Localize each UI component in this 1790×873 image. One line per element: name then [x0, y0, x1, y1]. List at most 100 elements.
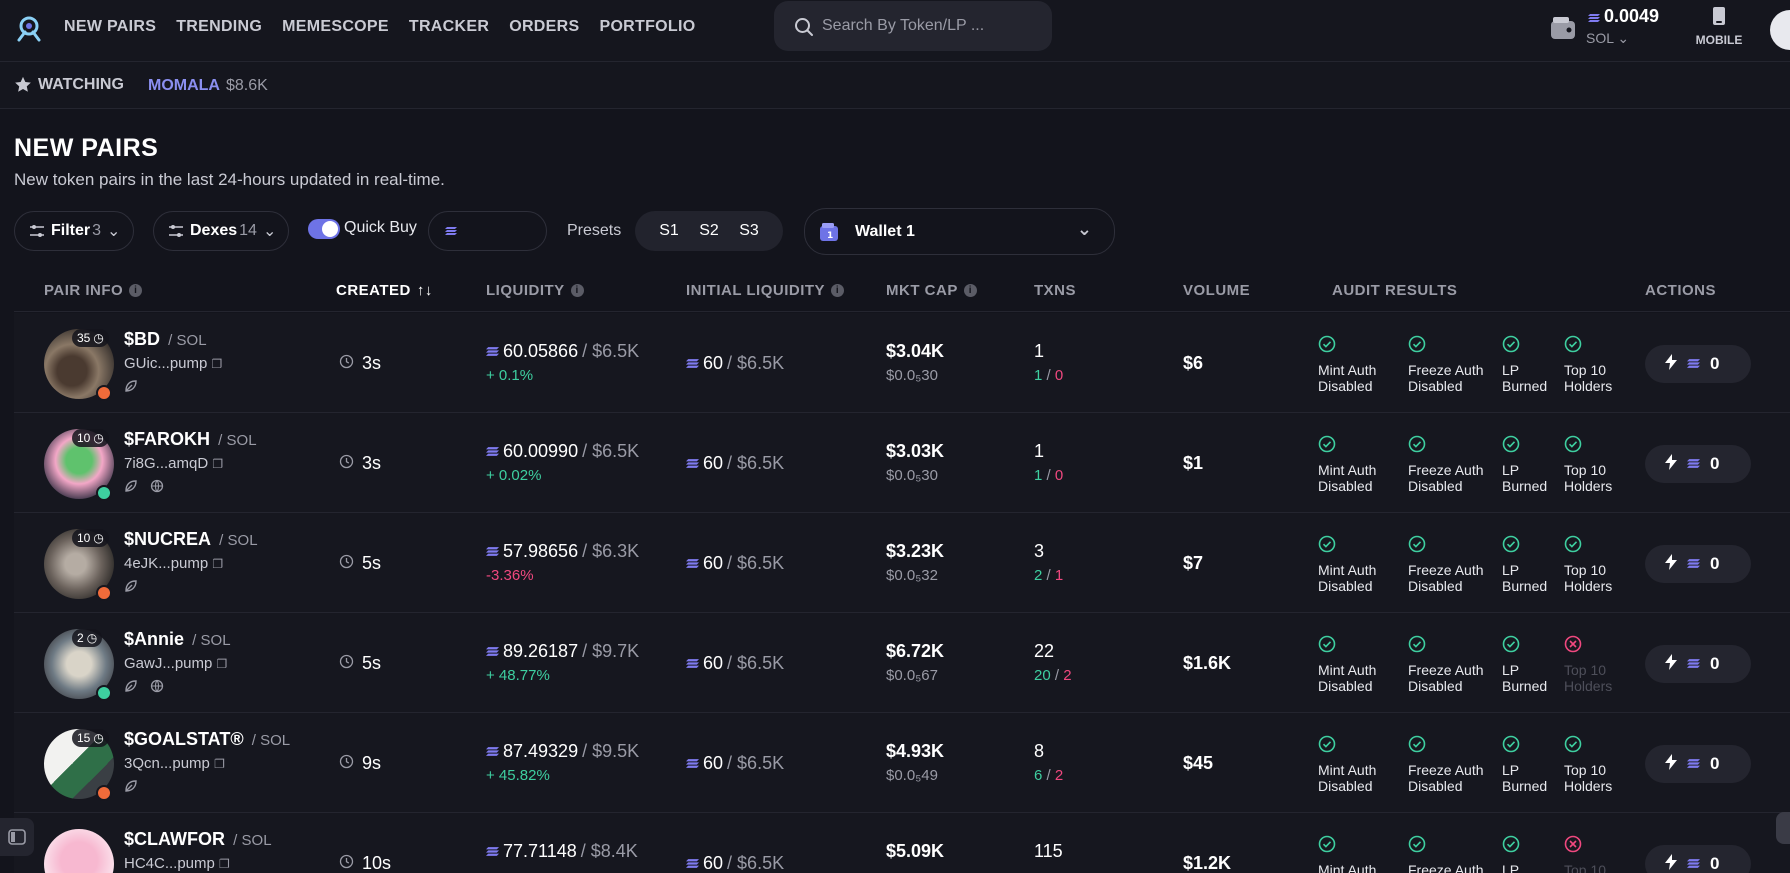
audit-mint-auth: Mint Auth Disabled: [1318, 335, 1406, 394]
volume: $45: [1183, 753, 1214, 773]
leaf-icon[interactable]: [124, 379, 138, 398]
sol-icon: [686, 853, 699, 873]
copy-icon[interactable]: ❐: [212, 357, 223, 371]
quick-buy-button[interactable]: 0: [1645, 545, 1751, 583]
nav-new-pairs[interactable]: NEW PAIRS: [64, 18, 156, 36]
token-symbol[interactable]: $Annie / SOL: [124, 629, 231, 650]
quick-buy-amount: 0: [1710, 754, 1720, 773]
quick-buy-button[interactable]: 0: [1645, 445, 1751, 483]
token-chain: / SOL: [214, 432, 257, 449]
info-icon[interactable]: i: [570, 284, 584, 297]
table-row[interactable]: 10 ◷ $NUCREA / SOL 4eJK...pump ❐ 5s 57.98…: [14, 513, 1790, 613]
holders-badge: 2 ◷: [72, 629, 103, 647]
holders-count: 10: [77, 531, 91, 545]
dexes-button[interactable]: Dexes 14 ⌄: [153, 211, 289, 251]
sol-icon: [686, 753, 699, 774]
copy-icon[interactable]: ❐: [212, 457, 223, 471]
token-address[interactable]: HC4C...pump ❐: [124, 855, 230, 872]
info-icon[interactable]: i: [129, 284, 143, 297]
token-symbol[interactable]: $CLAWFOR / SOL: [124, 829, 272, 850]
mobile-button[interactable]: MOBILE: [1692, 6, 1746, 47]
quick-buy-button[interactable]: 0: [1645, 345, 1751, 383]
audit-mint-auth: Mint Auth Disabled: [1318, 735, 1406, 794]
token-address[interactable]: 3Qcn...pump ❐: [124, 755, 225, 772]
nav-orders[interactable]: ORDERS: [509, 18, 579, 36]
sort-icon[interactable]: ↑↓: [417, 282, 433, 299]
watching-label[interactable]: WATCHING: [14, 76, 124, 94]
token-symbol[interactable]: $NUCREA / SOL: [124, 529, 258, 550]
logo-icon[interactable]: [14, 14, 44, 42]
clock-icon: [339, 553, 354, 574]
leaf-icon[interactable]: [124, 679, 138, 698]
preset-s2[interactable]: S2: [699, 222, 719, 240]
globe-icon[interactable]: [150, 479, 164, 498]
preset-s1[interactable]: S1: [659, 222, 679, 240]
token-address[interactable]: 4eJK...pump ❐: [124, 555, 223, 572]
info-icon[interactable]: i: [831, 284, 845, 297]
holders-badge: 10 ◷: [72, 529, 109, 547]
quick-buy-amount-input[interactable]: [428, 211, 547, 251]
token-address[interactable]: GUic...pump ❐: [124, 355, 222, 372]
sol-icon: [486, 341, 499, 362]
market-cap: $5.09K: [886, 841, 945, 861]
platform-badge-icon: [96, 685, 112, 701]
leaf-icon[interactable]: [124, 479, 138, 498]
leaf-icon[interactable]: [124, 779, 138, 798]
quick-buy-toggle[interactable]: [308, 219, 340, 239]
market-cap: $3.04K: [886, 341, 945, 361]
liquidity-usd: $6.5K: [592, 341, 640, 361]
token-chain: / SOL: [164, 332, 207, 349]
preset-s3[interactable]: S3: [739, 222, 759, 240]
table-row[interactable]: $CLAWFOR / SOL HC4C...pump ❐ 10s 77.7114…: [14, 813, 1790, 873]
sidebar-toggle-button[interactable]: [0, 818, 34, 856]
holders-count: 35: [77, 331, 91, 345]
table-row[interactable]: 15 ◷ $GOALSTAT® / SOL 3Qcn...pump ❐ 9s 87…: [14, 713, 1790, 813]
token-symbol[interactable]: $GOALSTAT® / SOL: [124, 729, 290, 750]
nav-trending[interactable]: TRENDING: [176, 18, 262, 36]
leaf-icon[interactable]: [124, 579, 138, 598]
copy-icon[interactable]: ❐: [212, 557, 223, 571]
sliders-icon: [169, 225, 183, 237]
quick-buy-button[interactable]: 0: [1645, 845, 1751, 873]
token-address[interactable]: 7i8G...amqD ❐: [124, 455, 223, 472]
watched-token[interactable]: MOMALA $8.6K: [148, 77, 268, 95]
nav-tracker[interactable]: TRACKER: [409, 18, 489, 36]
copy-icon[interactable]: ❐: [217, 657, 228, 671]
initial-liquidity-usd: $6.5K: [737, 453, 785, 473]
table-row[interactable]: 35 ◷ $BD / SOL GUic...pump ❐ 3s 60.05866 …: [14, 313, 1790, 413]
info-icon[interactable]: i: [963, 284, 977, 297]
user-avatar[interactable]: [1770, 10, 1790, 50]
quick-buy-button[interactable]: 0: [1645, 645, 1751, 683]
scroll-handle[interactable]: [1776, 812, 1790, 844]
search-input[interactable]: Search By Token/LP ...: [774, 1, 1052, 51]
token-symbol[interactable]: $FAROKH / SOL: [124, 429, 257, 450]
token-symbol[interactable]: $BD / SOL: [124, 329, 207, 350]
wallet-icon[interactable]: [1549, 14, 1577, 42]
liquidity-sol: 77.71148: [503, 841, 577, 861]
balance-unit[interactable]: SOL ⌄: [1586, 30, 1629, 47]
col-audit-results: AUDIT RESULTS: [1332, 282, 1457, 299]
col-created[interactable]: CREATED ↑↓: [336, 282, 433, 299]
nav-memescope[interactable]: MEMESCOPE: [282, 18, 389, 36]
table-row[interactable]: 10 ◷ $FAROKH / SOL 7i8G...amqD ❐ 3s 60.00…: [14, 413, 1790, 513]
globe-icon[interactable]: [150, 679, 164, 698]
balance[interactable]: 0.0049: [1588, 6, 1659, 28]
check-circle-icon: [1502, 835, 1552, 856]
quick-buy-amount: 0: [1710, 454, 1720, 473]
quick-buy-button[interactable]: 0: [1645, 745, 1751, 783]
table-row[interactable]: 2 ◷ $Annie / SOL GawJ...pump ❐ 5s 89.2618…: [14, 613, 1790, 713]
wallet-select[interactable]: 1 Wallet 1 ⌄: [804, 208, 1115, 255]
initial-liquidity: 60 / $6.5K: [686, 553, 784, 574]
nav-portfolio[interactable]: PORTFOLIO: [599, 18, 695, 36]
copy-icon[interactable]: ❐: [219, 857, 230, 871]
copy-icon[interactable]: ❐: [214, 757, 225, 771]
filter-button[interactable]: Filter 3 ⌄: [14, 211, 134, 251]
audit-lp-burned: LP Burned: [1502, 735, 1552, 794]
clock-icon: [339, 453, 354, 474]
sol-icon: [686, 553, 699, 574]
liquidity-usd: $9.7K: [592, 641, 640, 661]
token-image[interactable]: [44, 829, 114, 873]
token-address[interactable]: GawJ...pump ❐: [124, 655, 227, 672]
liquidity-usd: $8.4K: [590, 841, 638, 861]
liquidity: 57.98656 / $6.3K: [486, 541, 639, 562]
